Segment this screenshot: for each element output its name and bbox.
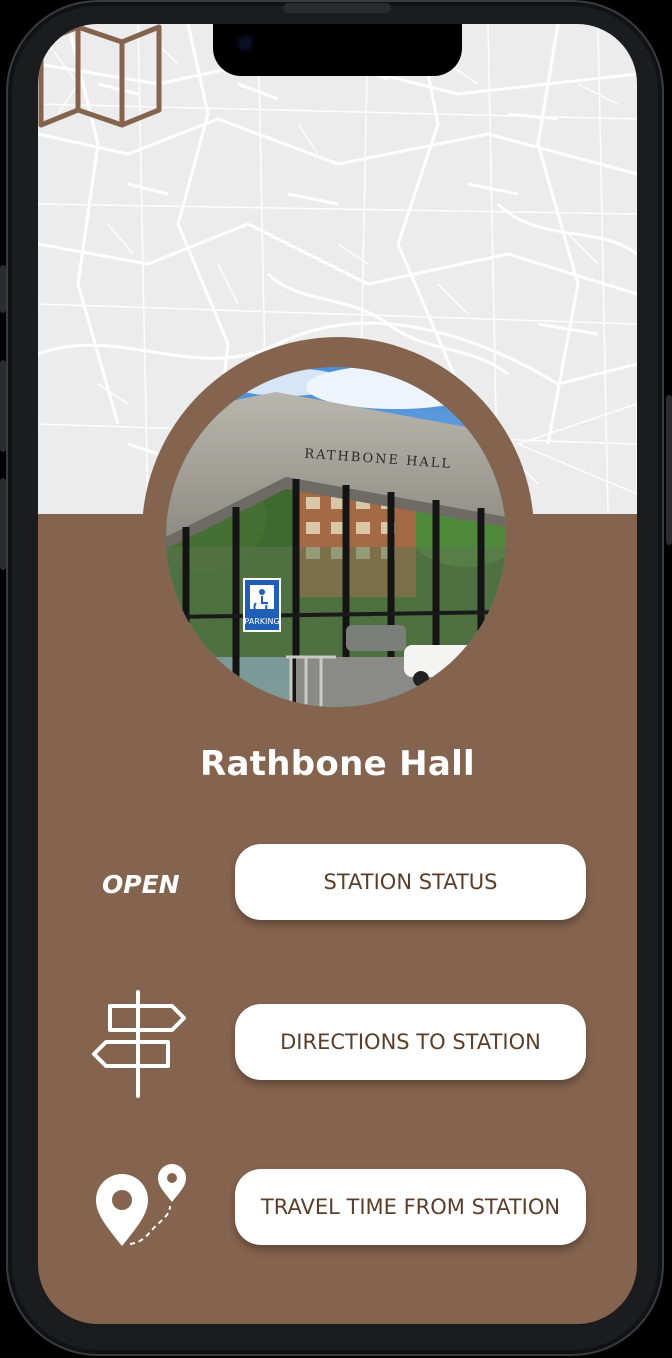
- volume-up-button: [0, 360, 6, 452]
- mute-switch: [0, 265, 6, 313]
- front-camera: [236, 34, 254, 52]
- station-title: Rathbone Hall: [200, 744, 475, 784]
- parking-sign-text: PARKING: [244, 617, 279, 626]
- station-status-indicator: OPEN: [102, 870, 180, 899]
- directions-to-station-button[interactable]: DIRECTIONS TO STATION: [235, 1004, 586, 1080]
- station-photo: RATHBONE HALL PARKING: [166, 367, 506, 707]
- earpiece-speaker: [283, 3, 391, 13]
- folded-map-icon: [38, 24, 162, 128]
- signpost-icon: [92, 990, 186, 1098]
- phone-device: RATHBONE HALL PARKING Rathbone Hall OPEN…: [0, 0, 672, 1358]
- power-button: [666, 395, 672, 545]
- travel-time-button[interactable]: TRAVEL TIME FROM STATION: [235, 1169, 586, 1245]
- station-status-button[interactable]: STATION STATUS: [235, 844, 586, 920]
- route-pins-icon: [96, 1164, 186, 1246]
- volume-down-button: [0, 478, 6, 570]
- app-screen: RATHBONE HALL PARKING Rathbone Hall OPEN…: [38, 24, 637, 1324]
